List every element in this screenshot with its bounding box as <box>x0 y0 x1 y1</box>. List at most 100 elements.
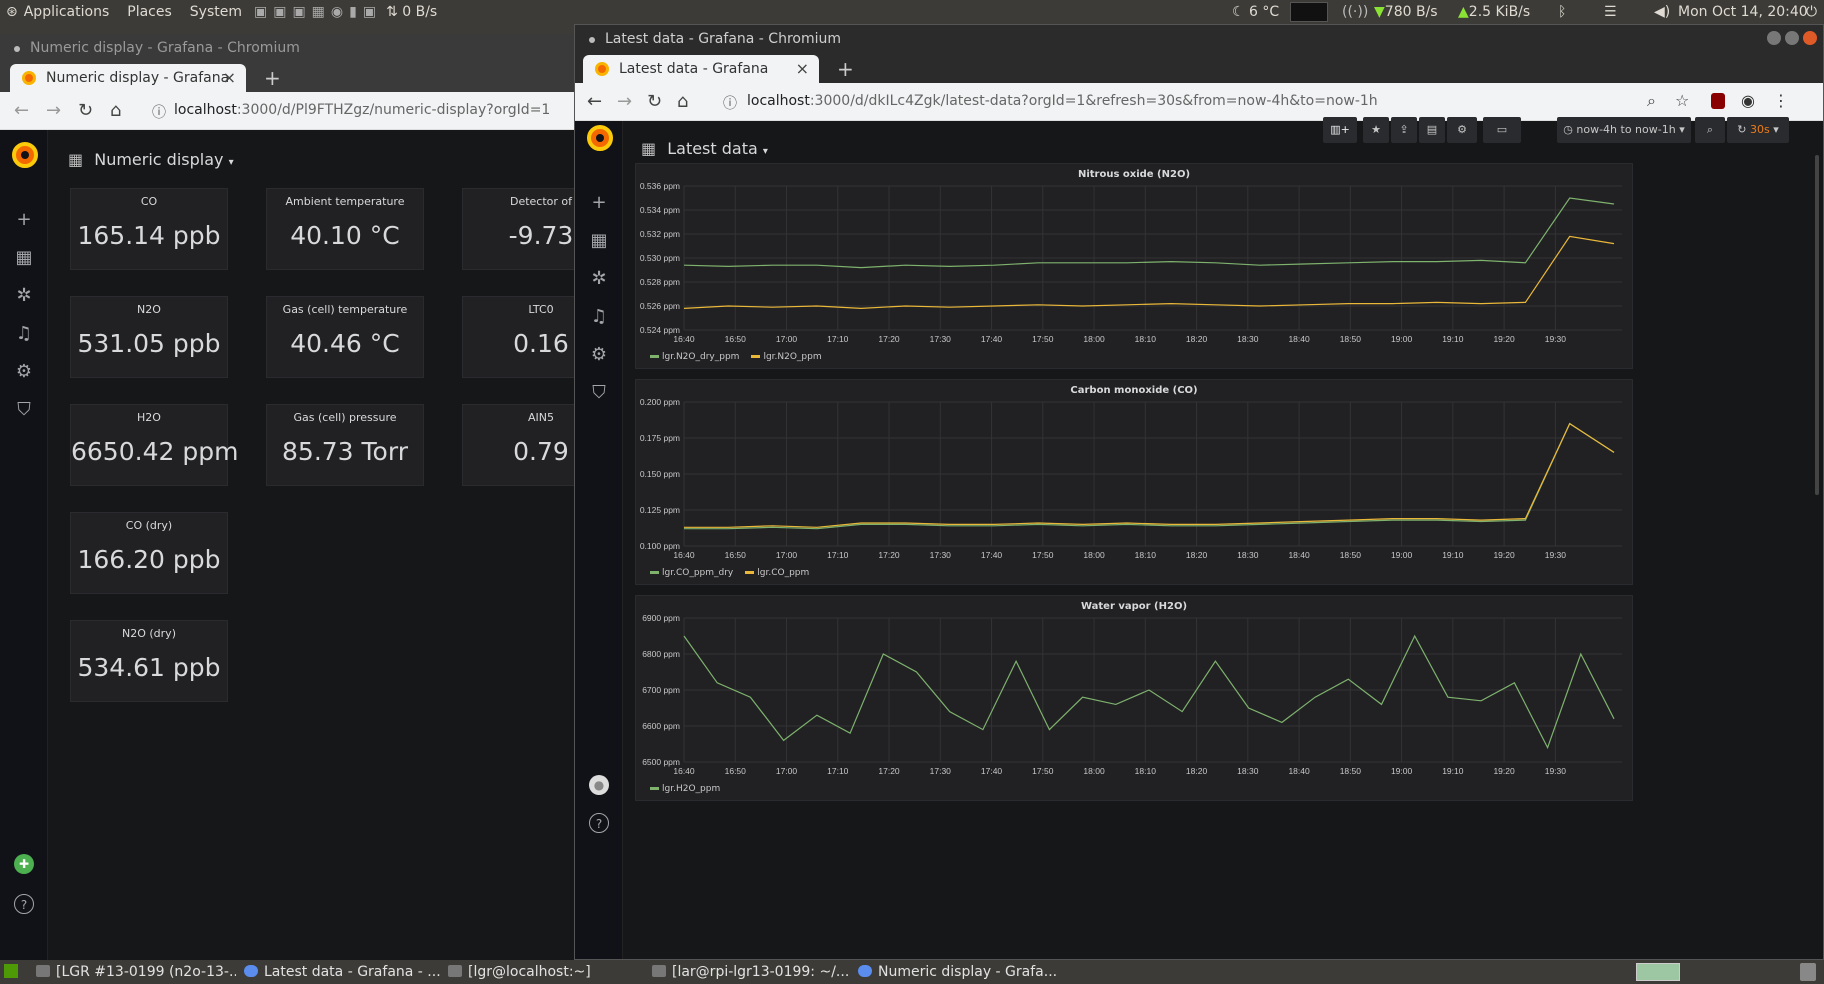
stat-panel-gas-cell-pressure[interactable]: Gas (cell) pressure 85.73 Torr <box>266 404 424 486</box>
more-menu-icon[interactable]: ⋮ <box>1773 91 1789 110</box>
tab-numeric-display[interactable]: Numeric display - Grafana × <box>10 64 246 92</box>
shield-icon[interactable]: ⛉ <box>589 383 609 403</box>
taskbar-item-rpi-terminal[interactable]: [lar@rpi-lgr13-0199: ~/... <box>652 963 848 981</box>
grafana-logo-icon[interactable] <box>12 142 38 168</box>
clock[interactable]: Mon Oct 14, 20:40 <box>1678 4 1808 20</box>
stat-panel-co-dry[interactable]: CO (dry) 166.20 ppb <box>70 512 228 594</box>
site-info-icon[interactable]: ⓘ <box>723 93 737 113</box>
taskbar-item-lgr-localhost[interactable]: [lgr@localhost:~] <box>448 963 628 981</box>
shield-icon[interactable]: ⛉ <box>14 400 34 420</box>
save-dashboard-button[interactable]: ▤ <box>1419 117 1445 143</box>
dashboard-picker[interactable]: ▦ Latest data ▾ <box>641 139 768 158</box>
add-panel-button[interactable]: ▥+ <box>1323 117 1357 143</box>
home-icon[interactable]: ⌂ <box>110 100 121 121</box>
stat-panel-n2o-dry[interactable]: N2O (dry) 534.61 ppb <box>70 620 228 702</box>
dashboards-icon[interactable]: ▦ <box>14 248 34 268</box>
graph-panel-h2o[interactable]: Water vapor (H2O) 6500 ppm 6600 ppm 6700 p… <box>635 595 1633 801</box>
weather-indicator[interactable]: ☾ 6 °C <box>1232 4 1279 20</box>
refresh-button[interactable]: ↻ 30s ▾ <box>1727 117 1789 143</box>
power-icon[interactable]: ⏻ <box>1806 4 1817 20</box>
graph-panel-n2o[interactable]: Nitrous oxide (N2O) 0.524 ppm 0.526 ppm 0.… <box>635 163 1633 369</box>
launcher-icons[interactable]: ▣▣▣▦◉▮▣ <box>254 4 382 20</box>
create-plus-icon[interactable]: + <box>14 210 34 230</box>
minimize-button[interactable] <box>1767 31 1781 45</box>
maximize-button[interactable] <box>1785 31 1799 45</box>
user-avatar-icon[interactable]: ✚ <box>14 854 34 874</box>
bookmark-star-icon[interactable]: ☆ <box>1675 91 1689 110</box>
tab-latest-data[interactable]: Latest data - Grafana × <box>583 55 819 83</box>
menu-system[interactable]: System <box>190 4 242 20</box>
workspace-switcher[interactable] <box>1636 963 1680 981</box>
dashboards-icon[interactable]: ▦ <box>589 231 609 251</box>
star-dashboard-button[interactable]: ★ <box>1363 117 1389 143</box>
close-tab-icon[interactable]: × <box>223 68 236 87</box>
help-icon[interactable]: ? <box>14 894 34 914</box>
zoom-out-button[interactable]: ⌕ <box>1695 117 1725 143</box>
window-titlebar[interactable]: Numeric display - Grafana - Chromium <box>0 34 576 62</box>
taskbar-item-numeric-display[interactable]: Numeric display - Grafa... <box>858 963 1058 981</box>
cycle-view-mode-button[interactable]: ▭ <box>1483 117 1521 143</box>
stat-panel-ltc0[interactable]: LTC0 0.16 <box>462 296 576 378</box>
grafana-logo-icon[interactable] <box>587 125 613 151</box>
url-field[interactable]: localhost:3000/d/dkILc4Zgk/latest-data?o… <box>747 93 1378 109</box>
stat-panel-detector-offset[interactable]: Detector of -9.73 <box>462 188 576 270</box>
ublock-icon[interactable] <box>1711 93 1725 109</box>
site-info-icon[interactable]: ⓘ <box>152 102 166 122</box>
legend-item[interactable]: lgr.CO_ppm <box>745 568 809 578</box>
url-field[interactable]: localhost:3000/d/Pl9FTHZgz/numeric-displ… <box>174 102 550 118</box>
window-titlebar[interactable]: Latest data - Grafana - Chromium <box>575 25 1823 53</box>
legend-item[interactable]: lgr.N2O_dry_ppm <box>650 352 739 362</box>
stat-panel-co[interactable]: CO 165.14 ppb <box>70 188 228 270</box>
legend-item[interactable]: lgr.H2O_ppm <box>650 784 720 794</box>
user-avatar-icon[interactable]: ● <box>589 775 609 795</box>
panel-value: 165.14 ppb <box>77 221 221 250</box>
stat-panel-n2o[interactable]: N2O 531.05 ppb <box>70 296 228 378</box>
profile-icon[interactable]: ◉ <box>1741 91 1755 110</box>
wifi-icon[interactable]: ((·)) <box>1342 4 1368 20</box>
new-tab-icon[interactable]: + <box>837 57 854 81</box>
legend-item[interactable]: lgr.CO_ppm_dry <box>650 568 733 578</box>
stat-panel-gas-cell-temperature[interactable]: Gas (cell) temperature 40.46 °C <box>266 296 424 378</box>
dashboard-picker[interactable]: ▦ Numeric display ▾ <box>68 150 234 169</box>
configuration-gear-icon[interactable]: ⚙ <box>14 362 34 382</box>
reload-icon[interactable]: ↻ <box>647 91 662 112</box>
reload-icon[interactable]: ↻ <box>78 100 93 121</box>
window-menu-icon[interactable] <box>14 46 20 52</box>
graph-panel-co[interactable]: Carbon monoxide (CO) 0.100 ppm 0.125 ppm 0… <box>635 379 1633 585</box>
configuration-gear-icon[interactable]: ⚙ <box>589 345 609 365</box>
legend-item[interactable]: lgr.N2O_ppm <box>751 352 822 362</box>
explore-icon[interactable]: ✲ <box>14 286 34 306</box>
back-icon[interactable]: ← <box>14 100 29 121</box>
new-tab-icon[interactable]: + <box>264 66 281 90</box>
stat-panel-ambient-temperature[interactable]: Ambient temperature 40.10 °C <box>266 188 424 270</box>
alerting-bell-icon[interactable]: ♫ <box>589 307 609 327</box>
time-picker-button[interactable]: ◷ now-4h to now-1h ▾ <box>1557 117 1691 143</box>
bluetooth-icon[interactable]: ᛒ <box>1558 4 1566 20</box>
zoom-icon[interactable]: ⌕ <box>1647 91 1656 111</box>
menu-places[interactable]: Places <box>127 4 172 20</box>
alerting-bell-icon[interactable]: ♫ <box>14 324 34 344</box>
forward-icon[interactable]: → <box>617 91 632 112</box>
volume-icon[interactable]: ◀) <box>1654 4 1670 20</box>
dashboard-settings-button[interactable]: ⚙ <box>1447 117 1477 143</box>
stat-panel-ain5[interactable]: AIN5 0.79 <box>462 404 576 486</box>
explore-icon[interactable]: ✲ <box>589 269 609 289</box>
create-plus-icon[interactable]: + <box>589 193 609 213</box>
taskbar-item-terminal-lgr[interactable]: [LGR #13-0199 (n2o-13-... <box>36 963 236 981</box>
forward-icon[interactable]: → <box>46 100 61 121</box>
stat-panel-h2o[interactable]: H2O 6650.42 ppm <box>70 404 238 486</box>
trash-icon[interactable] <box>1800 963 1816 981</box>
close-tab-icon[interactable]: × <box>796 59 809 78</box>
network-icon[interactable]: ☰ <box>1604 4 1617 20</box>
window-menu-icon[interactable] <box>589 37 595 43</box>
ubuntu-logo-icon[interactable]: ⊛ <box>6 4 18 20</box>
help-icon[interactable]: ? <box>589 813 609 833</box>
home-icon[interactable]: ⌂ <box>677 91 688 112</box>
show-desktop-icon[interactable] <box>4 964 18 978</box>
close-button[interactable] <box>1803 31 1817 45</box>
share-dashboard-button[interactable]: ⇪ <box>1391 117 1417 143</box>
menu-applications[interactable]: Applications <box>24 4 110 20</box>
page-scrollbar[interactable] <box>1815 155 1819 495</box>
taskbar-item-latest-data[interactable]: Latest data - Grafana - ... <box>244 963 440 981</box>
back-icon[interactable]: ← <box>587 91 602 112</box>
